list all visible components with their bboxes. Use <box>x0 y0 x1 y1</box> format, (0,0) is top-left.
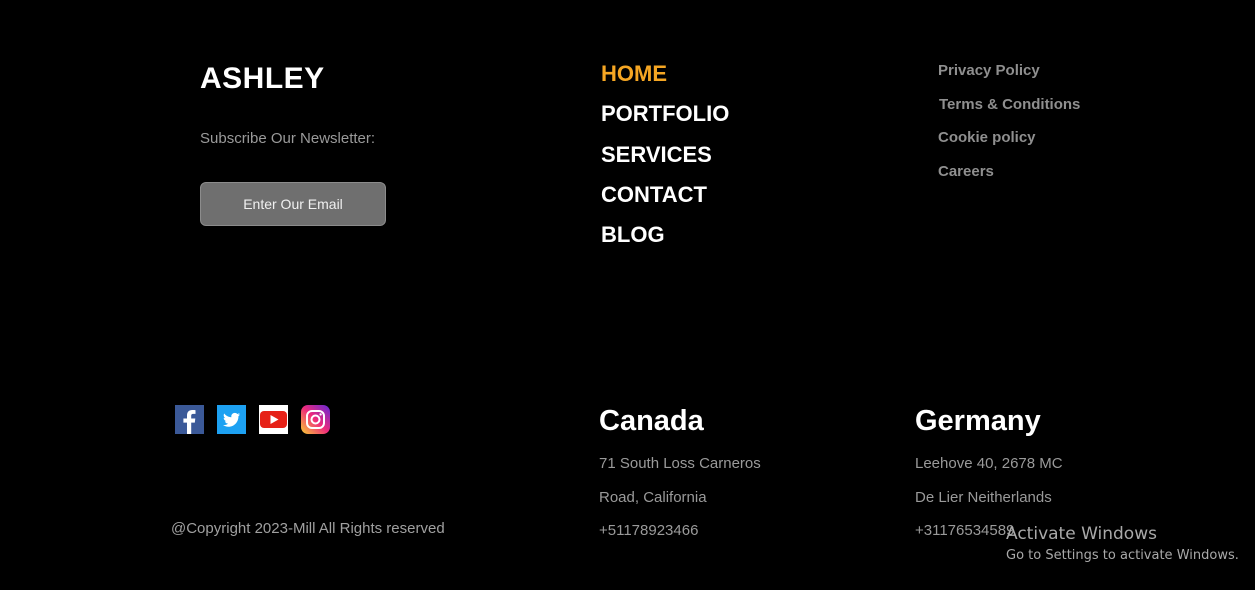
nav-portfolio[interactable]: PORTFOLIO <box>601 101 729 141</box>
newsletter-label: Subscribe Our Newsletter: <box>200 130 376 147</box>
watermark-subtitle: Go to Settings to activate Windows. <box>1006 548 1239 563</box>
instagram-icon[interactable] <box>301 405 330 434</box>
copyright-text: @Copyright 2023-Mill All Rights reserved <box>171 520 445 537</box>
legal-links: Privacy Policy Terms & Conditions Cookie… <box>938 62 1080 197</box>
nav-home[interactable]: HOME <box>601 61 729 101</box>
twitter-icon[interactable] <box>217 405 246 434</box>
office-country-title: Germany <box>915 405 1041 437</box>
office-address-line: Road, California <box>599 488 707 506</box>
careers-link[interactable]: Careers <box>938 163 1080 197</box>
nav-contact[interactable]: CONTACT <box>601 182 729 222</box>
office-canada: Canada 71 South Loss Carneros Road, Cali… <box>599 405 761 556</box>
brand-logo-text: ASHLEY <box>200 62 325 95</box>
youtube-icon[interactable] <box>259 405 288 434</box>
office-address-line: De Lier Neitherlands <box>915 488 1052 506</box>
office-phone: +51178923466 <box>599 522 699 539</box>
watermark-title: Activate Windows <box>1006 524 1157 544</box>
office-address-line: Leehove 40, 2678 MC <box>915 455 1063 472</box>
main-nav: HOME PORTFOLIO SERVICES CONTACT BLOG <box>601 61 729 262</box>
email-input-button[interactable]: Enter Our Email <box>200 182 386 226</box>
privacy-policy-link[interactable]: Privacy Policy <box>938 62 1080 96</box>
nav-services[interactable]: SERVICES <box>601 142 729 182</box>
cookie-policy-link[interactable]: Cookie policy <box>938 129 1080 163</box>
facebook-icon[interactable] <box>175 405 204 434</box>
office-country-title: Canada <box>599 405 704 437</box>
terms-conditions-link[interactable]: Terms & Conditions <box>939 96 1080 130</box>
office-address-line: 71 South Loss Carneros <box>599 455 761 472</box>
windows-activation-watermark: Activate Windows Go to Settings to activ… <box>1006 524 1239 563</box>
nav-blog[interactable]: BLOG <box>601 222 729 262</box>
social-icons <box>175 405 343 434</box>
